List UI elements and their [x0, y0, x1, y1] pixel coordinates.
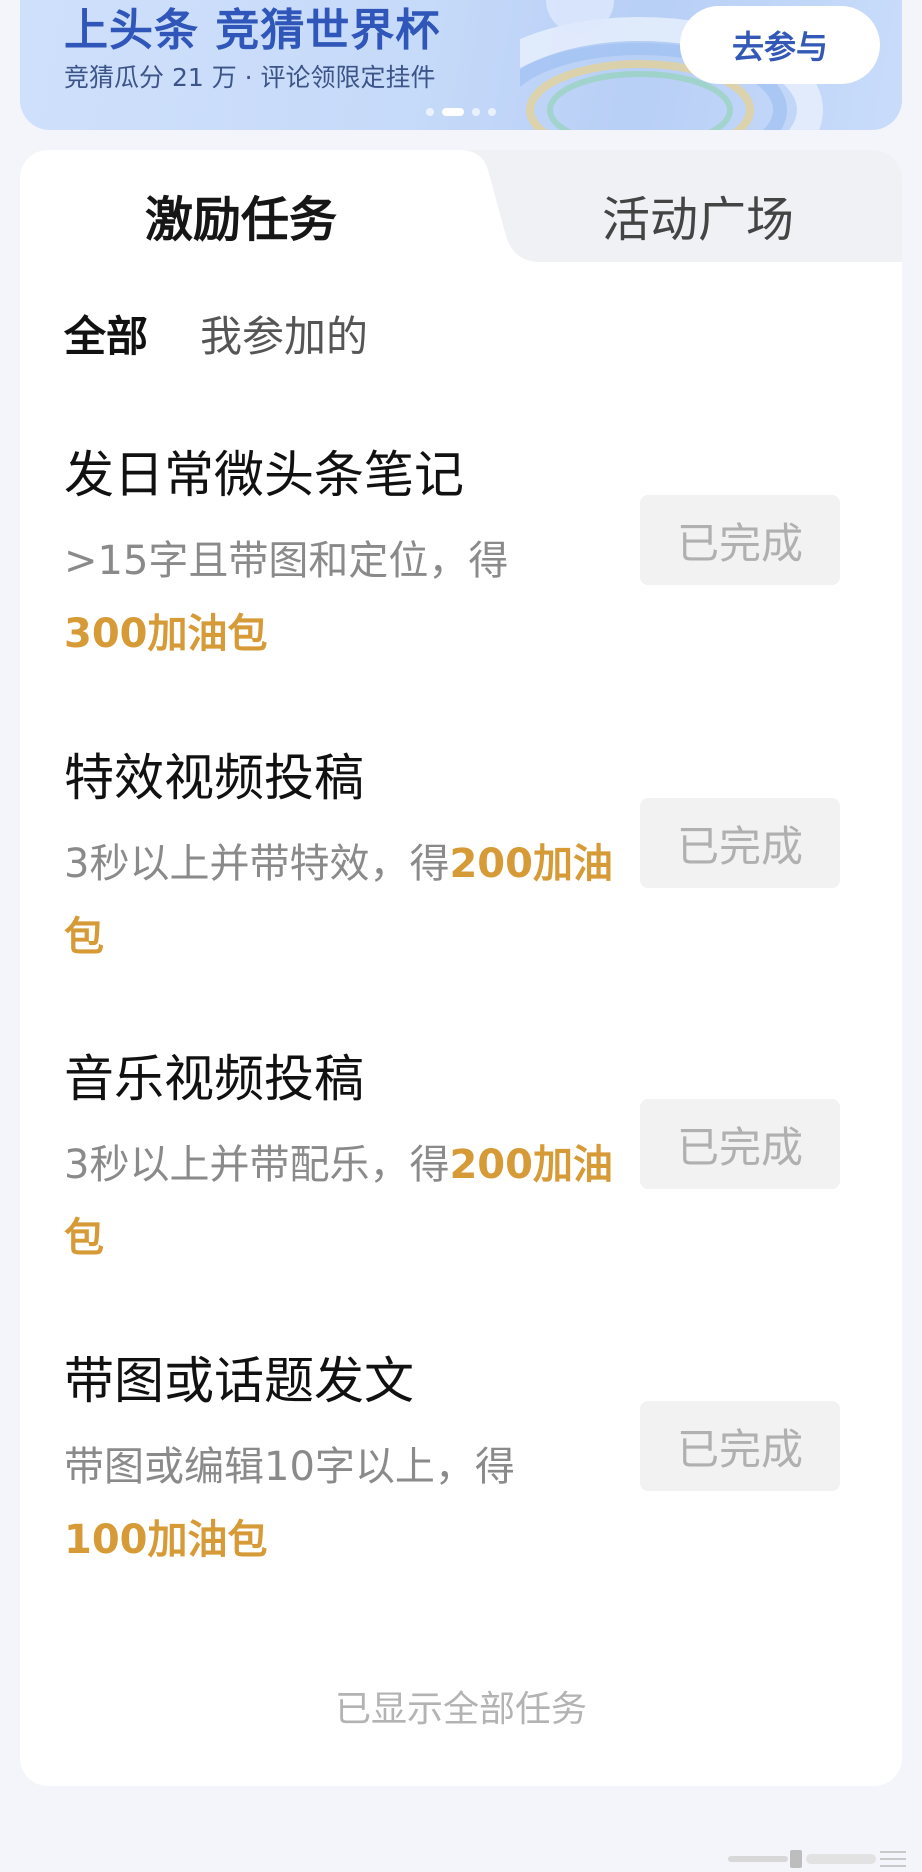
join-button[interactable]: 去参与 [680, 6, 880, 84]
watermark-icon [728, 1850, 906, 1868]
promo-banner[interactable]: 上头条 竞猜世界杯 竞猜瓜分 21 万 · 评论领限定挂件 去参与 [20, 0, 902, 130]
task-requirement: 3秒以上并带特效，得 [64, 841, 450, 887]
tab-activity-plaza[interactable]: 活动广场 [602, 180, 794, 250]
carousel-dot [488, 108, 496, 116]
tab-incentive-tasks[interactable]: 激励任务 [145, 180, 337, 250]
task-reward: 100加油包 [64, 1517, 268, 1563]
task-completed-button[interactable]: 已完成 [640, 1099, 840, 1189]
task-requirement: 带图或编辑10字以上，得 [64, 1444, 515, 1490]
task-description: 带图或编辑10字以上，得 100加油包 [64, 1431, 624, 1577]
task-description: 3秒以上并带特效，得200加油包 [64, 828, 624, 974]
carousel-indicator [20, 108, 902, 116]
task-description: >15字且带图和定位，得 300加油包 [64, 525, 624, 671]
task-filter-bar: 全部 我参加的 [64, 303, 368, 364]
banner-subtitle: 竞猜瓜分 21 万 · 评论领限定挂件 [64, 63, 436, 92]
filter-all[interactable]: 全部 [64, 303, 148, 364]
task-completed-button[interactable]: 已完成 [640, 798, 840, 888]
filter-joined[interactable]: 我参加的 [200, 303, 368, 364]
carousel-dot-active [442, 108, 464, 116]
all-tasks-shown-note: 已显示全部任务 [334, 1689, 587, 1730]
task-requirement: >15字且带图和定位，得 [64, 538, 509, 584]
task-reward: 300加油包 [64, 611, 268, 657]
banner-title: 上头条 竞猜世界杯 [64, 5, 441, 56]
task-description: 3秒以上并带配乐，得200加油包 [64, 1129, 624, 1275]
task-completed-button[interactable]: 已完成 [640, 1401, 840, 1491]
task-completed-button[interactable]: 已完成 [640, 495, 840, 585]
carousel-dot [472, 108, 480, 116]
carousel-dot [426, 108, 434, 116]
task-card: 激励任务 活动广场 全部 我参加的 发日常微头条笔记 >15字且带图和定位，得 3… [20, 150, 902, 1786]
task-requirement: 3秒以上并带配乐，得 [64, 1142, 450, 1188]
